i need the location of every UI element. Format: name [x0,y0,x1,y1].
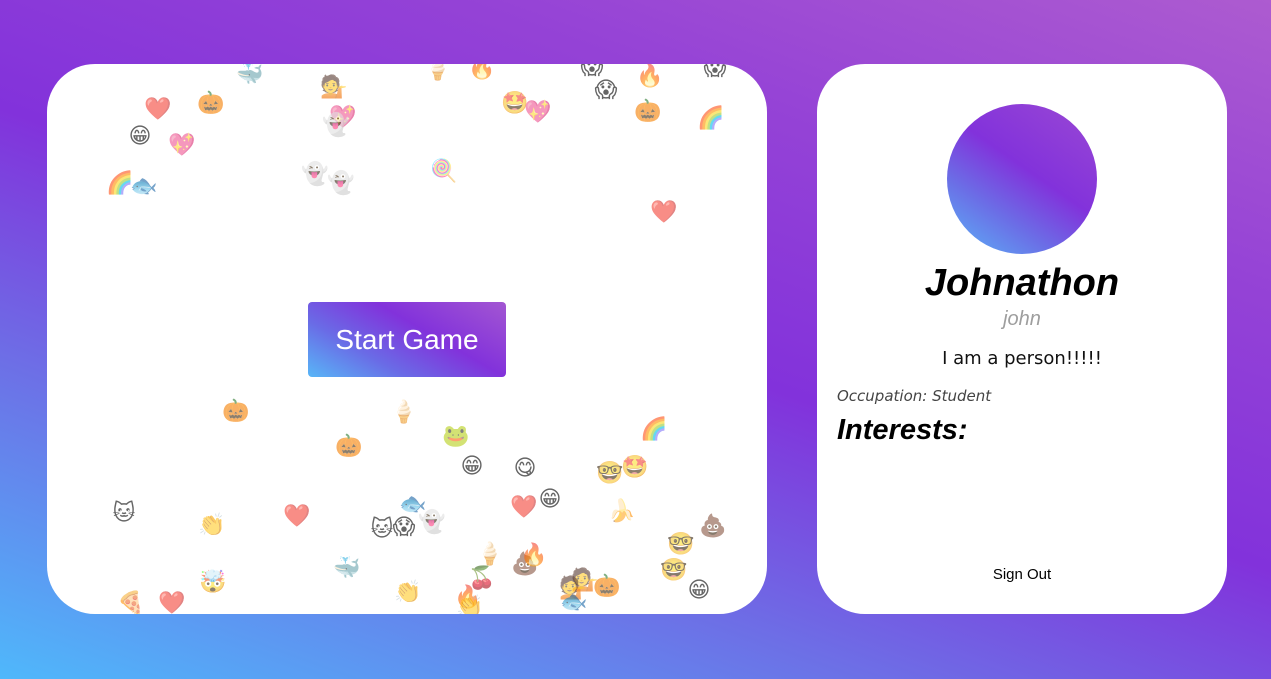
floating-emoji: 😁 [538,487,562,512]
floating-emoji: 🎃 [335,434,363,459]
floating-emoji: 😁 [128,124,152,149]
floating-emoji: 🍦 [476,542,504,567]
floating-emoji: 🤩 [621,455,649,480]
floating-emoji: 👻 [322,113,350,138]
profile-username: john [1003,308,1041,330]
floating-emoji: 🐳 [236,64,264,87]
profile-card: Johnathon john I am a person!!!!! Occupa… [817,64,1227,614]
floating-emoji: 🎃 [197,91,225,116]
floating-emoji: 🎃 [222,399,250,424]
floating-emoji: 🤓 [667,532,695,557]
floating-emoji: ❤️ [510,495,538,520]
floating-emoji: 👻 [418,510,446,535]
floating-emoji: 🔥 [636,64,664,89]
floating-emoji: ❤️ [650,200,678,225]
sign-out-button[interactable]: Sign Out [972,560,1072,588]
floating-emoji: ❤️ [158,591,186,615]
profile-occupation: Occupation: Student [837,387,992,405]
floating-emoji: 👏 [198,513,226,538]
start-game-button[interactable]: Start Game [308,302,506,377]
floating-emoji: 🍦 [390,400,418,425]
avatar [947,104,1097,254]
floating-emoji: 😱 [392,515,416,540]
floating-emoji: 😁 [687,578,711,603]
floating-emoji: 🌈 [697,106,725,131]
floating-emoji: 🐸 [442,424,470,449]
floating-emoji: 👏 [394,580,422,605]
floating-emoji: 🍭 [430,159,458,184]
floating-emoji: ❤️ [144,97,172,122]
interests-heading: Interests: [837,414,968,446]
floating-emoji: 😱 [594,78,618,103]
floating-emoji: 💖 [524,100,552,125]
floating-emoji: 🌈 [640,417,668,442]
floating-emoji: 🐟 [560,590,588,614]
floating-emoji: 😋 [513,456,537,481]
profile-bio: I am a person!!!!! [942,348,1102,369]
floating-emoji: 💁 [320,75,348,100]
floating-emoji: 🎃 [593,574,621,599]
floating-emoji: 🐟 [130,174,158,199]
floating-emoji: 🤯 [199,570,227,595]
floating-emoji: 😱 [580,64,604,80]
floating-emoji: 🐱 [370,517,394,542]
floating-emoji: 🤓 [596,461,624,486]
game-area: ❤️ 🎃 🐳 💁 🍦 🔥 😱 🔥 😱 😁 💖 💖 👻 🤩 💖 😱 🎃 🌈 🌈 🐟 👻 👻 🍭 ❤️ 🎃 🍦 🐸 🌈 🎃 😁 😋 🤓 🤩 🐟 ❤️ 😁 🍌… [47,64,767,614]
floating-emoji: 🐱 [112,501,136,526]
floating-emoji: 👏 [456,595,484,615]
floating-emoji: 👻 [301,162,329,187]
floating-emoji: 💖 [168,133,196,158]
floating-emoji: 🐳 [333,556,361,581]
floating-emoji: 🍦 [424,64,452,82]
floating-emoji: 🍌 [608,499,636,524]
floating-emoji: 🎃 [634,99,662,124]
floating-emoji: 🤓 [660,558,688,583]
floating-emoji: 💩 [699,514,727,539]
floating-emoji: 🔥 [520,543,548,568]
floating-emoji: 🍕 [117,591,145,615]
floating-emoji: 😱 [703,64,727,81]
floating-emoji: 🔥 [468,64,496,81]
profile-name: Johnathon [924,262,1120,304]
floating-emoji: ❤️ [283,504,311,529]
floating-emoji: 👻 [327,171,355,196]
floating-emoji: 😁 [460,454,484,479]
